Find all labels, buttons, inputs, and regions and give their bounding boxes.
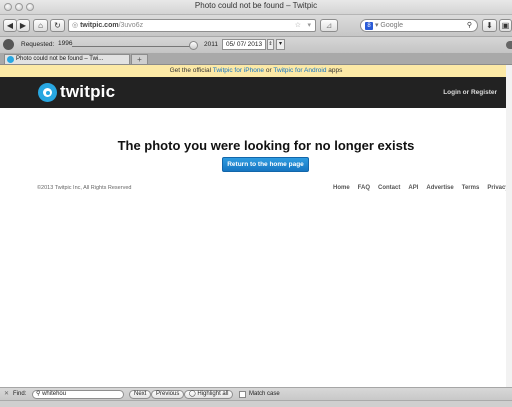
highlight-label: Highlight all bbox=[197, 391, 229, 397]
start-year: 1996 bbox=[58, 40, 73, 47]
window-titlebar: Photo could not be found – Twitpic bbox=[0, 0, 512, 15]
url-path: /3uvo6z bbox=[118, 22, 144, 29]
home-icon: ⌂ bbox=[38, 21, 43, 30]
match-case-checkbox[interactable] bbox=[239, 391, 246, 398]
requested-label: Requested: bbox=[21, 41, 55, 48]
footer-link-contact[interactable]: Contact bbox=[378, 185, 400, 191]
window-title: Photo could not be found – Twitpic bbox=[194, 1, 318, 10]
new-tab-button[interactable]: + bbox=[131, 54, 148, 64]
copyright-text: ©2013 Twitpic Inc, All Rights Reserved bbox=[37, 185, 132, 191]
home-button[interactable]: ⌂ bbox=[33, 19, 48, 32]
date-field[interactable]: 05/ 07/ 2013 bbox=[222, 39, 266, 50]
site-header: twitpic Login or Register bbox=[0, 77, 512, 108]
error-heading: The photo you were looking for no longer… bbox=[117, 138, 415, 153]
footer-link-terms[interactable]: Terms bbox=[462, 185, 480, 191]
reload-button[interactable]: ↻ bbox=[50, 19, 65, 32]
wayback-status-icon[interactable] bbox=[506, 41, 512, 49]
date-stepper[interactable]: ⇕ bbox=[267, 39, 274, 50]
url-domain: twitpic.com bbox=[80, 22, 119, 29]
back-button[interactable]: ◀ bbox=[3, 19, 17, 32]
wayback-toolbar: Requested: 1996 2011 05/ 07/ 2013 ⇕ ▾ bbox=[0, 37, 512, 54]
forward-arrow-icon: ▶ bbox=[19, 21, 27, 30]
reload-icon: ↻ bbox=[54, 21, 61, 30]
close-find-bar-icon[interactable]: ✕ bbox=[4, 390, 9, 397]
find-bar: ✕ Find: ⚲ whitehou Next Previous ◯ Highl… bbox=[0, 387, 512, 401]
rss-icon: ⊿ bbox=[325, 21, 333, 30]
footer-link-api[interactable]: API bbox=[408, 185, 418, 191]
timeline-slider-handle[interactable] bbox=[189, 41, 198, 50]
page-scrollbar[interactable] bbox=[506, 65, 512, 387]
iphone-app-link[interactable]: Twitpic for iPhone bbox=[213, 67, 264, 74]
app-promo-banner: Get the official Twitpic for iPhone or T… bbox=[0, 65, 512, 77]
match-case-label: Match case bbox=[249, 391, 280, 397]
find-previous-button[interactable]: Previous bbox=[151, 390, 185, 399]
search-engine-label: Google bbox=[380, 22, 403, 29]
wayback-logo-icon bbox=[3, 39, 14, 50]
plus-icon: + bbox=[137, 55, 142, 64]
url-bar[interactable]: ◎ twitpic.com/3uvo6z ☆ ▾ bbox=[68, 19, 316, 32]
footer-link-advertise[interactable]: Advertise bbox=[426, 185, 453, 191]
highlight-icon: ◯ bbox=[189, 391, 196, 397]
timeline-track[interactable] bbox=[72, 46, 190, 47]
forward-button[interactable]: ▶ bbox=[17, 19, 30, 32]
find-label: Find: bbox=[13, 391, 27, 397]
footer-link-faq[interactable]: FAQ bbox=[358, 185, 370, 191]
twitpic-favicon-icon bbox=[7, 56, 14, 63]
footer-links: Home FAQ Contact API Advertise Terms Privacy bbox=[333, 185, 512, 191]
rss-button[interactable]: ⊿ bbox=[320, 19, 338, 32]
date-dropdown-button[interactable]: ▾ bbox=[276, 39, 285, 50]
download-icon: ⬇ bbox=[486, 21, 493, 30]
login-register-link[interactable]: Login or Register bbox=[443, 89, 497, 96]
find-next-button[interactable]: Next bbox=[129, 390, 152, 399]
twitpic-logo-icon[interactable] bbox=[38, 83, 57, 102]
url-dropdown-icon[interactable]: ▾ bbox=[307, 20, 311, 31]
extension-icon: ▣ bbox=[501, 21, 510, 30]
return-home-button[interactable]: Return to the home page bbox=[222, 157, 309, 172]
bookmark-star-icon[interactable]: ☆ bbox=[295, 20, 301, 31]
find-input[interactable]: ⚲ whitehou bbox=[32, 390, 124, 399]
navigation-toolbar: ◀ ▶ ⌂ ↻ ◎ twitpic.com/3uvo6z ☆ ▾ ⊿ 8 ▾ G… bbox=[0, 15, 512, 37]
google-icon: 8 bbox=[365, 22, 373, 30]
extension-button[interactable]: ▣ bbox=[499, 19, 512, 32]
footer-link-home[interactable]: Home bbox=[333, 185, 350, 191]
back-arrow-icon: ◀ bbox=[6, 21, 14, 30]
site-identity-icon: ◎ bbox=[72, 22, 79, 29]
search-bar[interactable]: 8 ▾ Google ⚲ bbox=[360, 19, 478, 32]
search-icon[interactable]: ⚲ bbox=[467, 20, 472, 31]
twitpic-logo-text[interactable]: twitpic bbox=[60, 82, 115, 102]
promo-mid: or bbox=[264, 67, 274, 74]
promo-prefix: Get the official bbox=[169, 67, 213, 74]
highlight-all-button[interactable]: ◯ Highlight all bbox=[184, 390, 234, 399]
promo-suffix: apps bbox=[326, 67, 343, 74]
tab-label: Photo could not be found – Twi... bbox=[16, 56, 104, 62]
search-engine-dropdown-icon[interactable]: ▾ bbox=[375, 22, 379, 29]
end-year: 2011 bbox=[204, 41, 218, 48]
download-button[interactable]: ⬇ bbox=[482, 19, 497, 32]
find-search-icon: ⚲ bbox=[36, 391, 41, 397]
tab-bar: Photo could not be found – Twi... + bbox=[0, 53, 512, 65]
android-app-link[interactable]: Twitpic for Android bbox=[273, 67, 326, 74]
find-value: whitehou bbox=[42, 391, 67, 397]
tab-photo-not-found[interactable]: Photo could not be found – Twi... bbox=[4, 54, 130, 64]
